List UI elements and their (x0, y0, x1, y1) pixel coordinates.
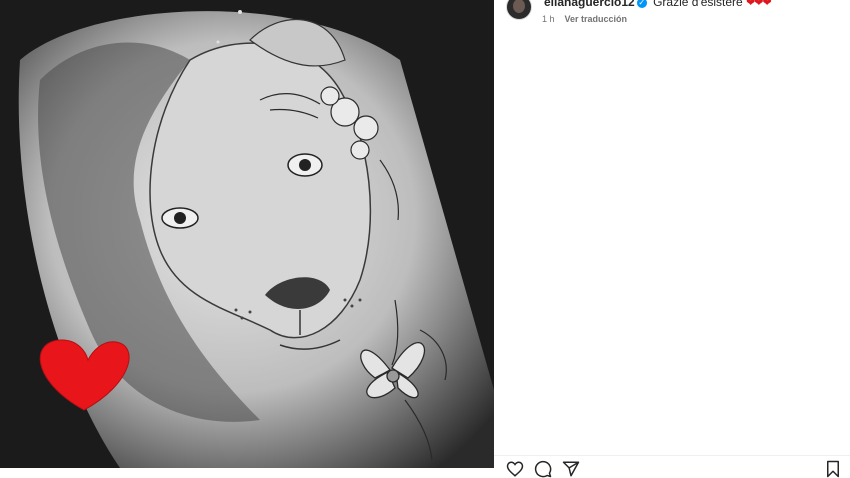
comment-text-block: elianaguercio12 ✓ Grazie d'esistere ❤❤❤ (544, 0, 772, 11)
bookmark-icon[interactable] (824, 460, 842, 478)
avatar[interactable] (506, 0, 532, 20)
heart-emojis: ❤❤❤ (746, 0, 772, 9)
post-image[interactable] (0, 0, 494, 468)
username-link[interactable]: elianaguercio12 (544, 0, 635, 9)
comment-text: Grazie d'esistere (653, 0, 743, 9)
comment-meta: 1 h Ver traducción (542, 14, 627, 24)
share-icon[interactable] (562, 460, 580, 478)
comment-icon[interactable] (534, 460, 552, 478)
verified-badge-icon: ✓ (636, 0, 647, 8)
tattoo-photo (0, 0, 494, 468)
see-translation-link[interactable]: Ver traducción (565, 14, 628, 24)
timestamp: 1 h (542, 14, 555, 24)
post-actions-bar (494, 455, 850, 478)
post-side-panel: elianaguercio12 ✓ Grazie d'esistere ❤❤❤ 1… (494, 0, 850, 478)
heart-outline-icon[interactable] (506, 460, 524, 478)
